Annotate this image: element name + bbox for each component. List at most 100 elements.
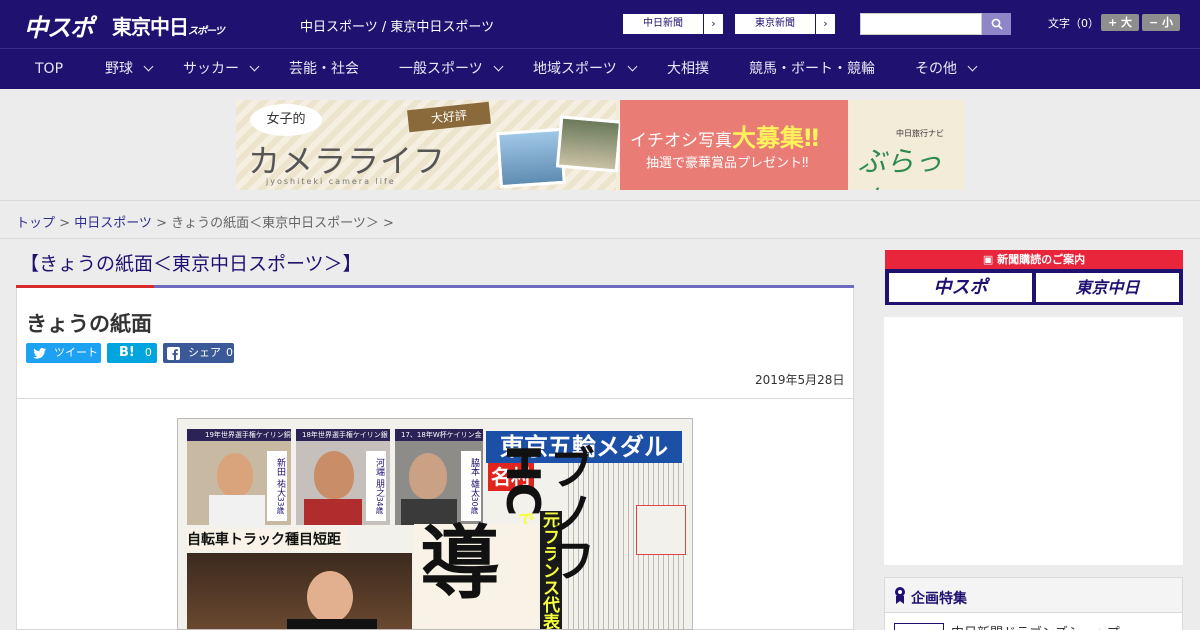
subscription-heading-text: 新聞購読のご案内	[997, 253, 1086, 266]
nav-label: 地域スポーツ	[533, 61, 617, 77]
hatena-icon: B!	[119, 345, 135, 360]
rider-name-text: 脇本 雄太	[469, 458, 479, 497]
dragons-shop-thumbnail[interactable]	[894, 623, 944, 630]
tokyo-shimbun-link[interactable]: 東京新聞 ›	[734, 13, 836, 35]
chuspo-logo[interactable]: 中スポ	[24, 8, 94, 43]
breadcrumb-sep: >	[151, 216, 172, 231]
nav-item-top[interactable]: TOP	[35, 49, 63, 89]
search-icon	[991, 18, 1003, 30]
nav-item-soccer[interactable]: サッカー	[183, 49, 260, 89]
nav-label: 競馬・ボート・競輪	[749, 61, 875, 77]
rider-name: 脇本 雄太30歳	[461, 451, 481, 521]
nav-label: その他	[915, 61, 957, 77]
nav-item-local-sports[interactable]: 地域スポーツ	[533, 49, 638, 89]
rider-name-text: 河端 朋之	[374, 458, 384, 497]
rider-name: 河端 朋之34歳	[366, 451, 386, 521]
font-size-label: 文字（0）	[1048, 17, 1099, 30]
rider-photo: 17、18年W杯ケイリン金 脇本 雄太30歳	[395, 429, 483, 525]
font-smaller-button[interactable]: − 小	[1142, 14, 1180, 31]
breadcrumb-sep: >	[55, 216, 75, 231]
header-bar: 中スポ 東京中日スポーツ 中日スポーツ / 東京中日スポーツ 中日新聞 › 東京…	[0, 0, 1200, 48]
banner-promo-panel: イチオシ写真大募集‼ 抽選で豪華賞品プレゼント‼	[620, 100, 848, 190]
banner-bubble: 女子的	[250, 104, 322, 136]
front-sub-headline: 自転車トラック種目短距離	[187, 529, 347, 570]
banner-subtitle: jyoshiteki camera life	[266, 177, 396, 186]
search-input[interactable]	[860, 13, 982, 35]
chevron-down-icon	[249, 61, 260, 72]
rider-body	[209, 495, 265, 525]
rider-face	[217, 453, 253, 497]
promo-prefix: イチオシ写真	[630, 131, 732, 151]
nav-item-entertainment[interactable]: 芸能・社会	[289, 49, 359, 89]
facebook-share-label: シェア	[188, 346, 221, 359]
facebook-share-button[interactable]: シェア 0	[163, 343, 234, 363]
chevron-right-icon: ›	[703, 14, 723, 34]
front-big-char-vertical: ブノワHC	[496, 444, 596, 582]
rider-face	[314, 451, 354, 499]
camera-life-banner[interactable]: 女子的 カメラライフ jyoshiteki camera life 大好評 イチ…	[236, 100, 964, 190]
section-title: 【きょうの紙面＜東京中日スポーツ＞】	[20, 253, 362, 275]
coach-face	[307, 571, 353, 623]
chevron-right-icon: ›	[815, 14, 835, 34]
breadcrumb-bar: トップ > 中日スポーツ > きょうの紙面＜東京中日スポーツ＞ >	[0, 200, 1200, 239]
tokyo-chunichi-logo[interactable]: 東京中日スポーツ	[112, 11, 225, 40]
chevron-down-icon	[493, 61, 504, 72]
chunichi-shimbun-link[interactable]: 中日新聞 ›	[622, 13, 724, 35]
nav-item-racing[interactable]: 競馬・ボート・競輪	[749, 49, 875, 89]
banner-promo-main: イチオシ写真大募集‼	[630, 118, 819, 153]
front-big-headline: 導 ブノワHC	[414, 444, 596, 629]
nav-item-general-sports[interactable]: 一般スポーツ	[399, 49, 504, 89]
nav-label: 一般スポーツ	[399, 61, 483, 77]
newspaper-front-page-image[interactable]: 19年世界選手権ケイリン銅 新田 祐大33歳 18年世界選手権ケイリン銀 河端 …	[177, 418, 693, 630]
chevron-down-icon	[967, 61, 978, 72]
subscription-heading: ▣ 新聞購読のご案内	[885, 250, 1183, 269]
facebook-share-count: 0	[226, 346, 233, 359]
nav-label: 芸能・社会	[289, 61, 359, 77]
tokyo-logo-small: スポーツ	[188, 26, 225, 37]
nav-item-baseball[interactable]: 野球	[105, 49, 154, 89]
banner-photo	[496, 127, 566, 189]
rider-name: 新田 祐大33歳	[267, 451, 287, 521]
rider-photo: 18年世界選手権ケイリン銀 河端 朋之34歳	[296, 429, 390, 525]
feature-box: 企画特集 中日新聞ドラゴンズショップ	[884, 577, 1183, 630]
subscribe-chuspo-button[interactable]: 中スポ	[889, 273, 1032, 302]
twitter-bird-icon	[33, 347, 46, 359]
breadcrumb-chunichi-link[interactable]: 中日スポーツ	[74, 216, 152, 231]
subscribe-tokyo-chunichi-button[interactable]: 東京中日	[1036, 273, 1179, 302]
article-title: きょうの紙面	[26, 312, 152, 336]
facebook-icon	[167, 346, 180, 360]
front-note-box	[636, 505, 686, 555]
nav-item-other[interactable]: その他	[915, 49, 978, 89]
chevron-down-icon	[627, 61, 638, 72]
ribbon-icon	[895, 587, 905, 604]
banner-nav-label: 中日旅行ナビ	[896, 129, 944, 138]
breadcrumb: トップ > 中日スポーツ > きょうの紙面＜東京中日スポーツ＞ >	[16, 212, 394, 231]
feature-heading-bar: 企画特集	[885, 578, 1182, 613]
site-names: 中日スポーツ / 東京中日スポーツ	[300, 20, 495, 35]
banner-title: カメラライフ	[248, 136, 446, 182]
font-larger-button[interactable]: + 大	[1101, 14, 1139, 31]
tweet-label: ツイート	[54, 346, 98, 359]
nav-item-sumo[interactable]: 大相撲	[667, 49, 709, 89]
nav-label: 野球	[105, 61, 133, 77]
rider-face	[409, 453, 447, 499]
burattojin-logo: ぶらっ人	[858, 145, 943, 190]
front-big-char: 導	[420, 517, 500, 610]
tweet-button[interactable]: ツイート	[26, 343, 101, 363]
breadcrumb-top-link[interactable]: トップ	[16, 216, 55, 231]
subscription-box: ▣ 新聞購読のご案内 中スポ 東京中日	[885, 250, 1183, 305]
chunichi-shimbun-label: 中日新聞	[643, 18, 683, 29]
rider-age: 34歳	[375, 496, 384, 514]
feature-item-dragons-shop[interactable]: 中日新聞ドラゴンズショップ	[951, 622, 1120, 630]
rider-age: 33歳	[276, 496, 285, 514]
rider-caption: 19年世界選手権ケイリン銅	[187, 429, 291, 441]
newspaper-icon: ▣	[982, 253, 998, 266]
article-date: 2019年5月28日	[755, 373, 845, 387]
nav-label: 大相撲	[667, 61, 709, 77]
search-button[interactable]	[982, 13, 1011, 35]
tokyo-shimbun-label: 東京新聞	[755, 18, 795, 29]
hatena-bookmark-button[interactable]: B! 0	[107, 343, 157, 363]
feature-title: 企画特集	[911, 591, 967, 607]
rider-body	[304, 499, 362, 525]
banner-title-text: カメラライフ	[248, 142, 447, 180]
